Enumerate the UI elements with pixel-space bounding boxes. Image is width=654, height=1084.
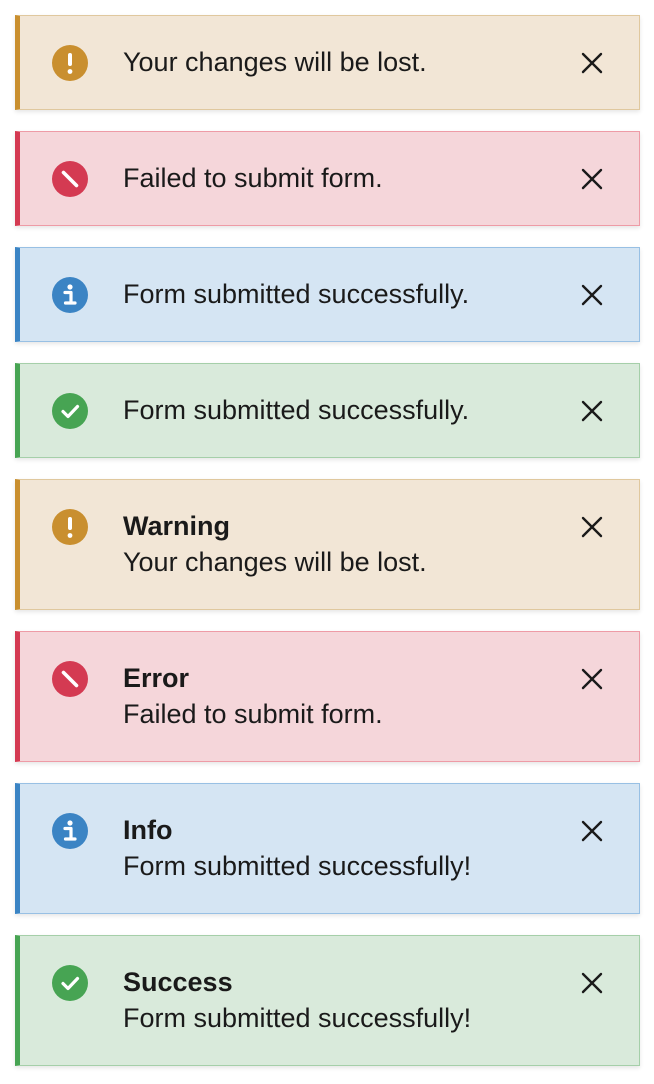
toast-title: Info bbox=[123, 815, 173, 845]
toast-stack: Your changes will be lost. Failed to sub… bbox=[0, 0, 654, 1084]
checkmark-icon bbox=[52, 393, 88, 429]
toast-success: Form submitted successfully. bbox=[15, 363, 640, 458]
exclamation-icon bbox=[52, 45, 88, 81]
close-icon[interactable] bbox=[579, 398, 605, 424]
toast-message: Form submitted successfully! bbox=[123, 1003, 472, 1033]
toast-info: Form submitted successfully. bbox=[15, 247, 640, 342]
toast-text: Success Form submitted successfully! bbox=[123, 964, 569, 1036]
toast-text: Form submitted successfully. bbox=[123, 392, 569, 428]
close-icon[interactable] bbox=[579, 818, 605, 844]
toast-message: Failed to submit form. bbox=[123, 699, 383, 729]
close-icon[interactable] bbox=[579, 970, 605, 996]
toast-title: Warning bbox=[123, 511, 230, 541]
toast-title: Success bbox=[123, 967, 233, 997]
toast-success: Success Form submitted successfully! bbox=[15, 935, 640, 1066]
toast-error: Failed to submit form. bbox=[15, 131, 640, 226]
toast-warning: Your changes will be lost. bbox=[15, 15, 640, 110]
close-icon[interactable] bbox=[579, 666, 605, 692]
close-icon[interactable] bbox=[579, 166, 605, 192]
toast-text: Error Failed to submit form. bbox=[123, 660, 569, 732]
toast-text: Info Form submitted successfully! bbox=[123, 812, 569, 884]
exclamation-icon bbox=[52, 509, 88, 545]
toast-message: Form submitted successfully! bbox=[123, 851, 472, 881]
toast-message: Your changes will be lost. bbox=[123, 547, 427, 577]
close-icon[interactable] bbox=[579, 514, 605, 540]
toast-text: Warning Your changes will be lost. bbox=[123, 508, 569, 580]
toast-title: Error bbox=[123, 663, 190, 693]
toast-text: Your changes will be lost. bbox=[123, 44, 569, 80]
close-icon[interactable] bbox=[579, 50, 605, 76]
toast-message: Form submitted successfully. bbox=[123, 395, 470, 425]
ban-icon bbox=[52, 161, 88, 197]
toast-message: Failed to submit form. bbox=[123, 163, 383, 193]
info-icon bbox=[52, 277, 88, 313]
toast-message: Your changes will be lost. bbox=[123, 47, 427, 77]
toast-text: Failed to submit form. bbox=[123, 160, 569, 196]
toast-error: Error Failed to submit form. bbox=[15, 631, 640, 762]
checkmark-icon bbox=[52, 965, 88, 1001]
toast-message: Form submitted successfully. bbox=[123, 279, 470, 309]
info-icon bbox=[52, 813, 88, 849]
toast-info: Info Form submitted successfully! bbox=[15, 783, 640, 914]
toast-warning: Warning Your changes will be lost. bbox=[15, 479, 640, 610]
close-icon[interactable] bbox=[579, 282, 605, 308]
ban-icon bbox=[52, 661, 88, 697]
toast-text: Form submitted successfully. bbox=[123, 276, 569, 312]
